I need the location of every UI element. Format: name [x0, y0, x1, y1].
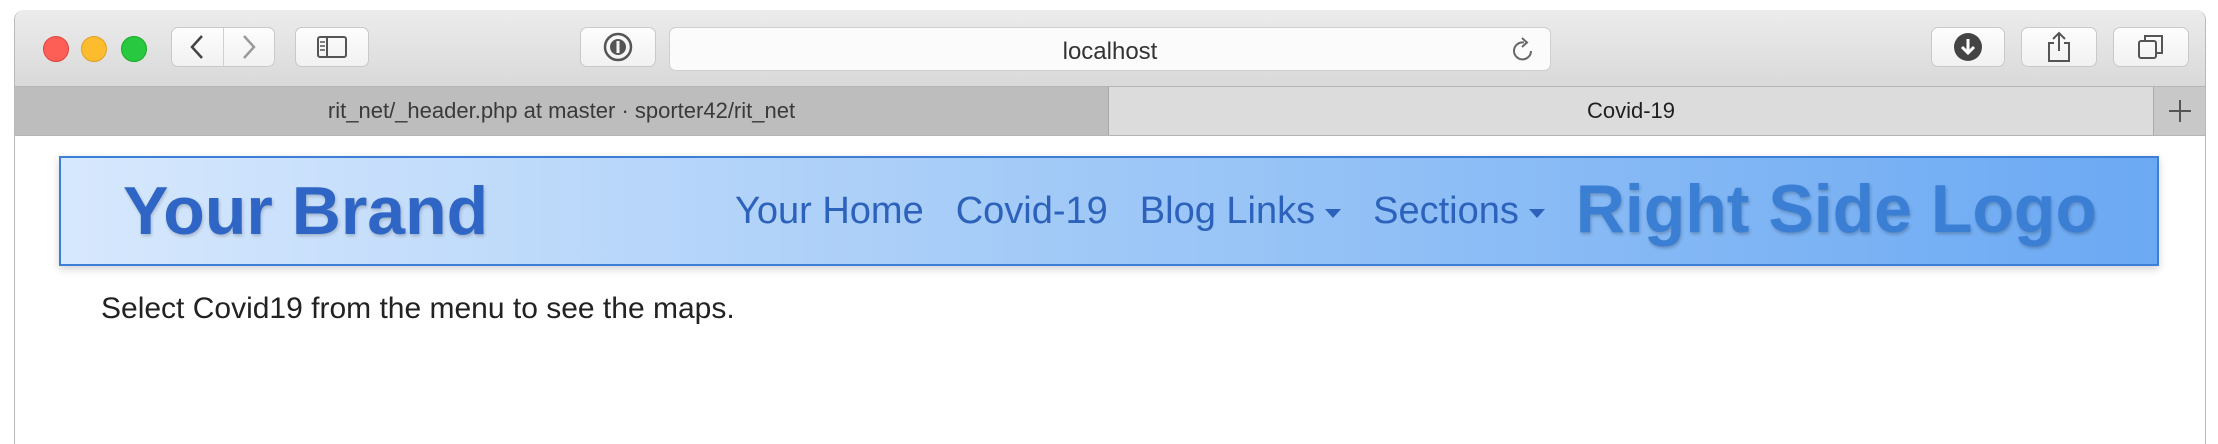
zoom-window-button[interactable]	[121, 36, 147, 62]
minimize-window-button[interactable]	[81, 36, 107, 62]
downloads-button[interactable]	[1931, 27, 2005, 67]
url-text: localhost	[1062, 38, 1158, 65]
page-message: Select Covid19 from the menu to see the …	[101, 292, 735, 325]
nav-link-home[interactable]: Your Home	[735, 190, 924, 233]
nav-dropdown-blog-links[interactable]: Blog Links	[1139, 190, 1342, 233]
browser-toolbar: localhost	[15, 10, 2205, 86]
caret-down-icon	[1325, 209, 1342, 218]
browser-window: localhost rit_net/_header.php at master …	[14, 10, 2206, 444]
nav-dropdown-sections[interactable]: Sections	[1373, 190, 1545, 233]
sidebar-button[interactable]	[295, 27, 369, 67]
tab-bar: rit_net/_header.php at master · sporter4…	[15, 86, 2205, 136]
sidebar-icon	[317, 36, 347, 58]
site-navbar: Your Brand Your Home Covid-19 Blog Links…	[59, 156, 2159, 266]
reload-icon[interactable]	[1510, 36, 1536, 64]
address-bar[interactable]: localhost	[669, 27, 1551, 71]
caret-down-icon	[1528, 209, 1545, 218]
share-icon	[2046, 31, 2072, 63]
forward-icon	[241, 34, 257, 60]
nav-link-label: Sections	[1373, 190, 1519, 232]
tabs-icon	[2137, 33, 2165, 61]
back-button[interactable]	[172, 28, 223, 66]
forward-button[interactable]	[223, 28, 274, 66]
tab-covid[interactable]: Covid-19	[1109, 87, 2153, 135]
share-button[interactable]	[2021, 27, 2097, 67]
back-icon	[189, 34, 205, 60]
nav-link-label: Blog Links	[1139, 190, 1316, 232]
navigation-buttons	[171, 27, 275, 67]
nav-link-label: Covid-19	[955, 190, 1108, 232]
right-side-logo: Right Side Logo	[1575, 171, 2097, 247]
password-manager-button[interactable]	[580, 27, 656, 67]
nav-link-label: Your Home	[735, 190, 924, 232]
tab-title: rit_net/_header.php at master · sporter4…	[327, 98, 796, 123]
tab-github[interactable]: rit_net/_header.php at master · sporter4…	[15, 87, 1109, 135]
new-tab-button[interactable]	[2153, 87, 2205, 135]
brand-logo[interactable]: Your Brand	[123, 172, 488, 250]
nav-link-covid[interactable]: Covid-19	[956, 190, 1108, 233]
password-icon	[603, 32, 633, 62]
show-tabs-button[interactable]	[2113, 27, 2189, 67]
close-window-button[interactable]	[43, 36, 69, 62]
nav-links: Your Home Covid-19 Blog Links Sections	[735, 190, 1545, 233]
plus-icon	[2167, 98, 2193, 124]
download-icon	[1953, 32, 1983, 62]
tab-title: Covid-19	[1586, 98, 1676, 123]
